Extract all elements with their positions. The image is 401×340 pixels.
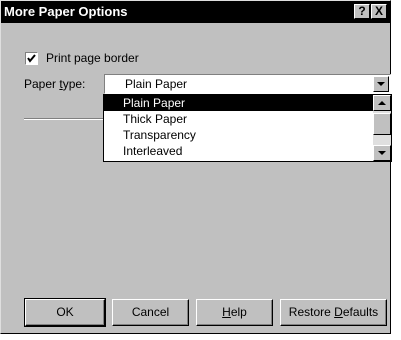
separator-line [24, 118, 104, 120]
close-icon: X [374, 4, 383, 18]
scrollbar-thumb[interactable] [373, 113, 391, 135]
scroll-up-button[interactable] [373, 95, 391, 111]
checkmark-icon [27, 54, 36, 63]
ok-button[interactable]: OK [24, 298, 106, 327]
dropdown-item-interleaved[interactable]: Interleaved [104, 143, 373, 159]
title-bar[interactable]: More Paper Options ? X [1, 1, 390, 23]
paper-type-combobox[interactable]: Plain Paper [104, 74, 391, 94]
arrow-down-icon [378, 151, 386, 155]
more-paper-options-dialog: More Paper Options ? X Print page border… [0, 0, 392, 334]
dropdown-item-transparency[interactable]: Transparency [104, 127, 373, 143]
print-page-border-label: Print page border [46, 51, 139, 65]
paper-type-label: Paper type: [24, 77, 86, 91]
paper-type-dropdown-button[interactable] [373, 76, 389, 92]
help-button[interactable]: ? [354, 4, 370, 19]
dropdown-scrollbar[interactable] [373, 95, 391, 161]
close-button[interactable]: X [371, 4, 387, 19]
window-title: More Paper Options [4, 4, 128, 19]
restore-defaults-button[interactable]: Restore Defaults [280, 299, 387, 326]
dropdown-item-thick-paper[interactable]: Thick Paper [104, 111, 373, 127]
paper-type-value: Plain Paper [125, 77, 188, 91]
help-icon: ? [358, 4, 366, 18]
chevron-down-icon [377, 82, 385, 86]
cancel-button[interactable]: Cancel [112, 299, 189, 326]
arrow-up-icon [378, 101, 386, 105]
print-page-border-checkbox[interactable] [25, 52, 38, 65]
paper-type-dropdown-list[interactable]: Plain Paper Thick Paper Transparency Int… [103, 94, 392, 162]
dropdown-item-plain-paper[interactable]: Plain Paper [104, 95, 373, 111]
help-dialog-button[interactable]: Help [196, 299, 273, 326]
scroll-down-button[interactable] [373, 145, 391, 161]
